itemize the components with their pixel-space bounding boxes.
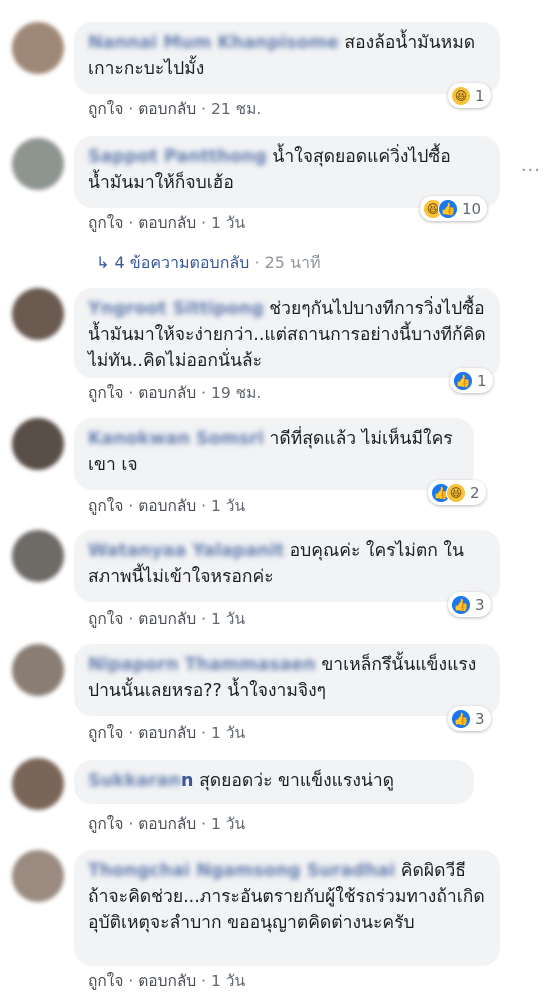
like-button[interactable]: ถูกใจ [88, 724, 123, 742]
like-button[interactable]: ถูกใจ [88, 384, 123, 402]
comment-actions: ถูกใจ · ตอบกลับ · 1 วัน [88, 214, 246, 232]
reply-button[interactable]: ตอบกลับ [138, 610, 196, 628]
reaction-count: 3 [475, 595, 485, 614]
reply-button[interactable]: ตอบกลับ [138, 214, 196, 232]
comment-bubble: Kanokwan Somsri าดีที่สุดแล้ว ไม่เห็นมีใ… [74, 418, 474, 490]
comment-actions: ถูกใจ · ตอบกลับ · 21 ชม. [88, 100, 262, 118]
replies-time: 25 นาที [264, 253, 321, 272]
like-icon: 👍 [451, 594, 471, 615]
author-name[interactable]: Nannai Mum Khanpisome [88, 33, 339, 53]
reply-button[interactable]: ตอบกลับ [138, 815, 196, 833]
avatar[interactable] [12, 22, 64, 74]
comment-bubble: Thongchai Ngamsong Suradhai คิดผิดวีธีถ้… [74, 850, 500, 966]
reaction-count: 2 [470, 483, 480, 502]
reaction-summary[interactable]: 👍 3 [448, 706, 491, 731]
reaction-summary[interactable]: 👍 3 [448, 592, 491, 617]
author-name[interactable]: Sappot Pantthong [88, 147, 267, 167]
haha-icon: 😆 [446, 482, 466, 503]
avatar[interactable] [12, 288, 64, 340]
like-button[interactable]: ถูกใจ [88, 972, 123, 990]
comment-actions: ถูกใจ · ตอบกลับ · 19 ชม. [88, 384, 262, 402]
comment-bubble: Watanyaa Yalapanit อบคุณค่ะ ใครไม่ตก ในส… [74, 530, 500, 602]
reaction-count: 1 [475, 86, 485, 105]
reaction-summary[interactable]: 👍 1 [450, 368, 493, 393]
author-name[interactable]: Thongchai Ngamsong Suradhai [88, 861, 395, 881]
haha-icon: 😆 [451, 85, 471, 106]
comment-bubble: Sukkarann สุดยอดว่ะ ขาแข็งแรงน่าดู [74, 760, 474, 804]
comment-time[interactable]: 1 วัน [211, 497, 245, 515]
comment-time[interactable]: 1 วัน [211, 610, 245, 628]
author-name-tail[interactable]: n [181, 771, 193, 791]
comment-time[interactable]: 1 วัน [211, 972, 245, 990]
avatar[interactable] [12, 530, 64, 582]
reaction-count: 10 [462, 199, 482, 218]
author-name[interactable]: Yngroot Sittipong [88, 299, 264, 319]
like-icon: 👍 [453, 370, 473, 391]
author-name[interactable]: Nipaporn Thammasaen [88, 655, 316, 675]
reply-arrow-icon: ↳ [96, 253, 110, 272]
replies-count[interactable]: 4 ข้อความตอบกลับ [115, 253, 250, 272]
reply-button[interactable]: ตอบกลับ [138, 497, 196, 515]
comment-time[interactable]: 21 ชม. [211, 100, 261, 118]
like-icon: 👍 [451, 708, 471, 729]
view-replies-link[interactable]: ↳ 4 ข้อความตอบกลับ · 25 นาที [96, 251, 321, 276]
reaction-count: 3 [475, 709, 485, 728]
avatar[interactable] [12, 418, 64, 470]
comment-bubble: Nannai Mum Khanpisome สองล้อน้ำมันหมด เก… [74, 22, 500, 94]
reply-button[interactable]: ตอบกลับ [138, 384, 196, 402]
comment-actions: ถูกใจ · ตอบกลับ · 1 วัน [88, 724, 246, 742]
comment-bubble: Yngroot Sittipong ช่วยๆกันไปบางทีการวิ่ง… [74, 288, 500, 378]
reply-button[interactable]: ตอบกลับ [138, 724, 196, 742]
reply-button[interactable]: ตอบกลับ [138, 100, 196, 118]
reaction-summary[interactable]: 😆 👍 10 [420, 196, 488, 221]
reaction-summary[interactable]: 😆 1 [448, 83, 491, 108]
comment-actions: ถูกใจ · ตอบกลับ · 1 วัน [88, 815, 246, 833]
like-button[interactable]: ถูกใจ [88, 610, 123, 628]
avatar[interactable] [12, 850, 64, 902]
like-button[interactable]: ถูกใจ [88, 100, 123, 118]
author-name[interactable]: Watanyaa Yalapanit [88, 541, 284, 561]
like-button[interactable]: ถูกใจ [88, 214, 123, 232]
reaction-summary[interactable]: 👍 😆 2 [428, 480, 486, 505]
comment-time[interactable]: 1 วัน [211, 724, 245, 742]
like-icon: 👍 [438, 198, 458, 219]
comment-time[interactable]: 19 ชม. [211, 384, 261, 402]
comment-actions: ถูกใจ · ตอบกลับ · 1 วัน [88, 610, 246, 628]
avatar[interactable] [12, 758, 64, 810]
comment-bubble: Nipaporn Thammasaen ขาเหล็กรึนั้นแข็งแรง… [74, 644, 500, 716]
like-button[interactable]: ถูกใจ [88, 497, 123, 515]
avatar[interactable] [12, 138, 64, 190]
reply-button[interactable]: ตอบกลับ [138, 972, 196, 990]
reaction-count: 1 [477, 371, 487, 390]
comment-time[interactable]: 1 วัน [211, 815, 245, 833]
author-name[interactable]: Sukkaran [88, 771, 181, 791]
more-dots-icon[interactable]: ··· [521, 160, 541, 181]
avatar[interactable] [12, 644, 64, 696]
comment-actions: ถูกใจ · ตอบกลับ · 1 วัน [88, 497, 246, 515]
author-name[interactable]: Kanokwan Somsri [88, 429, 264, 449]
like-button[interactable]: ถูกใจ [88, 815, 123, 833]
comment-text: สุดยอดว่ะ ขาแข็งแรงน่าดู [199, 771, 395, 791]
comment-time[interactable]: 1 วัน [211, 214, 245, 232]
comment-actions: ถูกใจ · ตอบกลับ · 1 วัน [88, 972, 246, 990]
